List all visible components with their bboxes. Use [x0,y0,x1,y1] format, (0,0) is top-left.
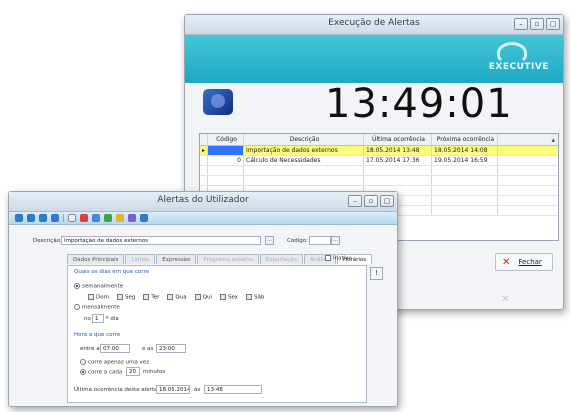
monthly-suffix: º dia [106,316,119,322]
inactive-checkbox[interactable]: Inativo [325,255,352,262]
help-icon[interactable] [140,214,148,222]
col-description[interactable]: Descrição [244,134,364,145]
clock-display: 13:49:01 [325,81,513,127]
close-icon: ✕ [502,256,511,268]
print-icon[interactable] [128,214,136,222]
description-label: Descrição: [33,238,62,244]
delete-icon[interactable] [80,214,88,222]
col-next[interactable]: Próxima ocorrência [432,134,498,145]
close-button-reflection: ✕ [501,293,510,305]
last-at-label: às [194,387,201,393]
code-field[interactable] [309,236,331,245]
description-field[interactable]: Importação de dados externos [61,236,261,245]
run-every-radio[interactable]: corre a cada [80,369,122,376]
code-lookup-button[interactable]: … [331,236,340,245]
folder-icon[interactable] [116,214,124,222]
minimize-button[interactable]: – [348,195,362,207]
first-record-icon[interactable] [15,214,23,222]
logo-icon [497,42,527,64]
close-button-label: Fechar [518,258,542,266]
hours-section-title: Hora a que corre [74,332,121,338]
last-time-field[interactable]: 13:48 [204,385,262,394]
day-checkbox[interactable]: Dom [88,294,109,301]
logo-text: EXECUTIVE [488,62,549,72]
tab-export[interactable]: Exportação [259,254,303,264]
last-record-icon[interactable] [51,214,59,222]
table-row[interactable]: ▸ Importação de dados externos 18.05.201… [200,146,558,156]
new-icon[interactable] [68,214,76,222]
monthly-day-field[interactable]: 1 [92,314,104,323]
tab-expression[interactable]: Expressão [156,254,197,264]
col-last[interactable]: Última ocorrência [364,134,432,145]
table-row[interactable]: 0 Cálculo de Necessidades 17.05.2014 17:… [200,156,558,166]
grid-header: Código Descrição Última ocorrência Próxi… [200,134,558,146]
tab-lines[interactable]: Linhas [125,254,156,264]
from-time-field[interactable]: 07:00 [100,344,130,353]
monthly-prefix: no [84,316,91,322]
code-label: Código: [287,238,308,244]
maximize-button[interactable]: ▫ [530,18,544,30]
alert-window-title: Alertas do Utilizador [157,195,249,205]
day-checkbox[interactable]: Sex [219,294,238,301]
maximize-button[interactable]: ▫ [364,195,378,207]
exec-banner: EXECUTIVE [185,35,563,83]
last-occurrence-label: Última ocorrência deste alerta: [74,387,160,393]
tab-external-program[interactable]: Programa externo [197,254,259,264]
run-once-radio[interactable]: corre apenas uma vez [80,359,149,366]
description-lookup-button[interactable]: … [265,236,274,245]
table-row[interactable] [200,176,558,186]
database-icon [203,89,233,115]
day-checkbox[interactable]: Qui [194,294,212,301]
day-checkbox[interactable]: Sáb [246,294,264,301]
col-code[interactable]: Código [208,134,244,145]
interval-unit: minutos [143,369,166,375]
day-checkbox[interactable]: Qua [167,294,187,301]
tab-main-data[interactable]: Dados Principais [67,254,125,264]
confirm-icon[interactable] [104,214,112,222]
previous-record-icon[interactable] [27,214,35,222]
inactive-checkbox-box[interactable] [325,255,331,261]
scroll-up-icon[interactable]: ▴ [551,136,555,144]
alert-title-bar: Alertas do Utilizador – ▫ ▢ [9,192,397,212]
toolbar [9,212,397,225]
exec-title-bar: Execução de Alertas – ▫ ▢ [185,15,563,35]
next-record-icon[interactable] [39,214,47,222]
row-indicator-icon: ▸ [200,146,208,155]
weekly-radio[interactable]: semanalmente [74,283,123,290]
monthly-radio[interactable]: mensalmente [74,304,120,311]
minimize-button[interactable]: – [514,18,528,30]
close-window-button[interactable]: ▢ [380,195,394,207]
exec-window-title: Execução de Alertas [328,18,420,28]
weekday-checkboxes: Dom Seg Ter Qua Qui Sex Sáb [88,294,264,301]
table-row[interactable] [200,166,558,176]
to-label: e as [142,346,154,352]
last-date-field[interactable]: 18.05.2014 [156,385,190,394]
day-checkbox[interactable]: Seg [116,294,135,301]
days-section-title: Quais os dias em que corre [74,269,149,275]
schedule-panel: Quais os dias em que corre semanalmente … [67,265,367,403]
day-checkbox[interactable]: Ter [143,294,159,301]
close-window-button[interactable]: ▢ [546,18,560,30]
interval-field[interactable]: 20 [126,367,140,376]
to-time-field[interactable]: 23:00 [156,344,186,353]
close-button[interactable]: ✕ Fechar [495,253,553,271]
save-icon[interactable] [92,214,100,222]
info-button[interactable]: ! [370,267,383,280]
user-alerts-window: Alertas do Utilizador – ▫ ▢ Descrição: I… [8,191,398,407]
